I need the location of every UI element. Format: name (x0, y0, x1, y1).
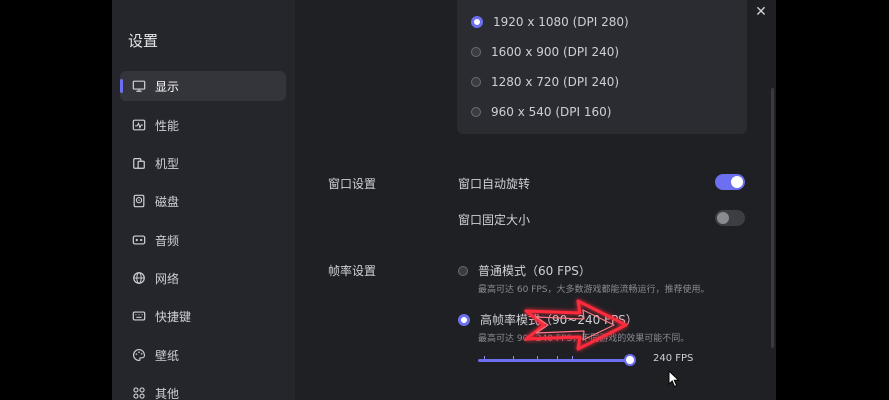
radio-dot-selected (471, 16, 483, 28)
fixed-size-toggle[interactable] (715, 210, 745, 226)
sidebar-item-other[interactable]: 其他 (120, 378, 286, 400)
audio-icon (131, 232, 147, 248)
sidebar-item-label: 显示 (155, 79, 180, 94)
letterbox-left (0, 0, 112, 400)
sidebar-item-label: 磁盘 (155, 194, 180, 209)
sidebar-item-disk[interactable]: 磁盘 (120, 186, 286, 216)
normal-mode-radio[interactable]: 普通模式（60 FPS） (458, 262, 591, 279)
resolution-label: 960 x 540 (DPI 160) (491, 105, 612, 119)
resolution-label: 1600 x 900 (DPI 240) (491, 45, 620, 59)
window-settings-label: 窗口设置 (328, 177, 377, 191)
sidebar-item-audio[interactable]: 音频 (120, 225, 286, 255)
globe-icon (131, 270, 147, 286)
close-button[interactable]: ✕ (752, 3, 770, 21)
fps-slider[interactable] (478, 354, 636, 366)
letterbox-right (776, 0, 889, 400)
fps-value-label: 240 FPS (653, 353, 694, 364)
next-row-label: ▁▁▁▁▁▁ (458, 394, 513, 400)
red-arrow-annotation (524, 299, 628, 351)
sidebar-item-label: 机型 (155, 156, 180, 171)
sidebar-item-label: 音频 (155, 233, 180, 248)
fps-slider-track (478, 359, 630, 362)
resolution-option-1920[interactable]: 1920 x 1080 (DPI 280) (471, 15, 629, 29)
sidebar-item-label: 壁纸 (155, 348, 180, 363)
mouse-cursor-icon (668, 370, 680, 388)
keyboard-icon (131, 308, 147, 324)
radio-dot (471, 107, 481, 117)
resolution-label: 1280 x 720 (DPI 240) (491, 75, 620, 89)
resolution-panel: 1920 x 1080 (DPI 280) 1600 x 900 (DPI 24… (457, 0, 747, 134)
fps-slider-tick (536, 356, 538, 359)
resolution-option-960[interactable]: 960 x 540 (DPI 160) (471, 105, 611, 119)
fixed-size-label: 窗口固定大小 (458, 213, 531, 227)
settings-content: ✕ 1920 x 1080 (DPI 280) 1600 x 900 (DPI … (295, 0, 776, 400)
fps-slider-tick (571, 356, 573, 359)
resolution-option-1600[interactable]: 1600 x 900 (DPI 240) (471, 45, 619, 59)
radio-dot (471, 77, 481, 87)
sidebar-item-label: 快捷键 (155, 309, 192, 324)
radio-dot-selected (458, 313, 470, 326)
fps-slider-tick (557, 356, 558, 359)
sidebar-item-label: 网络 (155, 271, 180, 286)
radio-dot (471, 47, 481, 57)
toggle-knob (717, 212, 729, 224)
sidebar-item-network[interactable]: 网络 (120, 263, 286, 293)
device-icon (131, 155, 147, 171)
monitor-icon (131, 78, 147, 94)
auto-rotate-toggle[interactable] (715, 174, 745, 190)
normal-mode-label: 普通模式（60 FPS） (478, 264, 591, 278)
normal-mode-hint: 最高可达 60 FPS，大多数游戏都能流畅运行，推荐使用。 (478, 285, 710, 295)
close-icon: ✕ (755, 4, 767, 20)
disk-icon (131, 193, 147, 209)
sidebar-item-shortcuts[interactable]: 快捷键 (120, 301, 286, 331)
frame-rate-label: 帧率设置 (328, 264, 377, 278)
sidebar: 设置 显示 性能 机型 磁盘 音频 网络 快捷键 壁纸 其他 (112, 0, 295, 400)
palette-icon (131, 347, 147, 363)
scrollbar[interactable] (771, 88, 774, 348)
radio-dot (458, 265, 468, 276)
sidebar-item-wallpaper[interactable]: 壁纸 (120, 340, 286, 370)
active-indicator (120, 79, 123, 93)
auto-rotate-label: 窗口自动旋转 (458, 177, 531, 191)
fps-slider-tick (513, 356, 515, 359)
grid-icon (131, 385, 147, 400)
sidebar-item-performance[interactable]: 性能 (120, 110, 286, 140)
resolution-option-1280[interactable]: 1280 x 720 (DPI 240) (471, 75, 619, 89)
fps-slider-thumb[interactable] (624, 354, 636, 366)
settings-window: 设置 显示 性能 机型 磁盘 音频 网络 快捷键 壁纸 其他 ✕ 1920 x … (112, 0, 776, 400)
sidebar-item-label: 其他 (155, 386, 180, 400)
sidebar-item-display[interactable]: 显示 (120, 71, 286, 101)
sidebar-item-device[interactable]: 机型 (120, 148, 286, 178)
toggle-knob (731, 176, 743, 188)
fps-slider-tick (484, 356, 485, 359)
resolution-label: 1920 x 1080 (DPI 280) (493, 15, 629, 29)
sidebar-item-label: 性能 (155, 118, 180, 133)
performance-icon (131, 117, 147, 133)
sidebar-title: 设置 (128, 32, 159, 50)
